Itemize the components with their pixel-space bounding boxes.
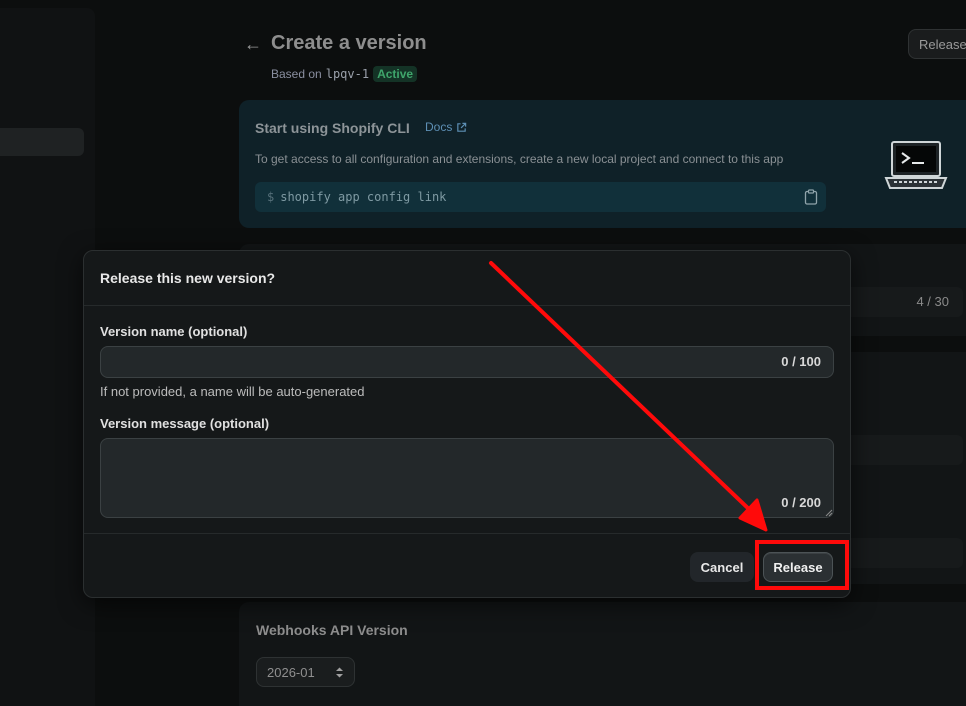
- version-name-help: If not provided, a name will be auto-gen…: [100, 384, 365, 399]
- based-on-label: Based on: [271, 67, 322, 81]
- sidebar: [0, 8, 95, 706]
- based-on-version: lpqv-1: [325, 67, 370, 81]
- laptop-terminal-icon: [884, 141, 948, 189]
- cli-card-description: To get access to all configuration and e…: [255, 152, 784, 166]
- modal-footer-divider: [84, 533, 850, 534]
- cli-command: shopify app config link: [280, 190, 447, 204]
- version-name-input[interactable]: [100, 346, 834, 378]
- top-release-button[interactable]: Release: [908, 29, 966, 59]
- docs-link[interactable]: Docs: [425, 120, 467, 134]
- background-field: [851, 435, 963, 465]
- version-message-label: Version message (optional): [100, 416, 270, 431]
- version-message-counter: 0 / 200: [781, 495, 821, 510]
- webhooks-api-card: Webhooks API Version 2026-01: [239, 602, 966, 706]
- webhooks-api-title: Webhooks API Version: [256, 622, 408, 638]
- background-field-counter: 4 / 30: [851, 287, 963, 317]
- docs-link-label: Docs: [425, 120, 453, 134]
- cli-command-box: $ shopify app config link: [255, 182, 826, 212]
- page-title: Create a version: [271, 32, 427, 54]
- sidebar-item-active[interactable]: [0, 128, 84, 156]
- modal-title: Release this new version?: [100, 270, 276, 286]
- version-message-textarea[interactable]: [100, 438, 834, 518]
- cancel-button[interactable]: Cancel: [690, 552, 754, 582]
- release-version-modal: Release this new version? Version name (…: [83, 250, 851, 598]
- modal-header: Release this new version?: [84, 251, 850, 306]
- version-name-label: Version name (optional): [100, 324, 248, 339]
- cli-card-title: Start using Shopify CLI: [255, 120, 410, 136]
- shopify-cli-card: Start using Shopify CLI Docs To get acce…: [239, 100, 966, 228]
- prompt-symbol: $: [267, 190, 275, 204]
- chevron-up-down-icon: [336, 667, 343, 678]
- clipboard-icon[interactable]: [804, 189, 818, 205]
- based-on-info: Based on lpqv-1 Active: [271, 66, 418, 82]
- webhooks-api-version-select[interactable]: 2026-01: [256, 657, 355, 687]
- status-badge: Active: [373, 66, 418, 82]
- release-button[interactable]: Release: [763, 552, 833, 582]
- background-field: [851, 538, 963, 568]
- selected-api-version: 2026-01: [267, 664, 315, 680]
- external-link-icon: [457, 122, 467, 132]
- resize-grip-icon[interactable]: [825, 509, 833, 517]
- version-name-counter: 0 / 100: [781, 354, 821, 369]
- back-arrow-icon[interactable]: ←: [244, 33, 264, 55]
